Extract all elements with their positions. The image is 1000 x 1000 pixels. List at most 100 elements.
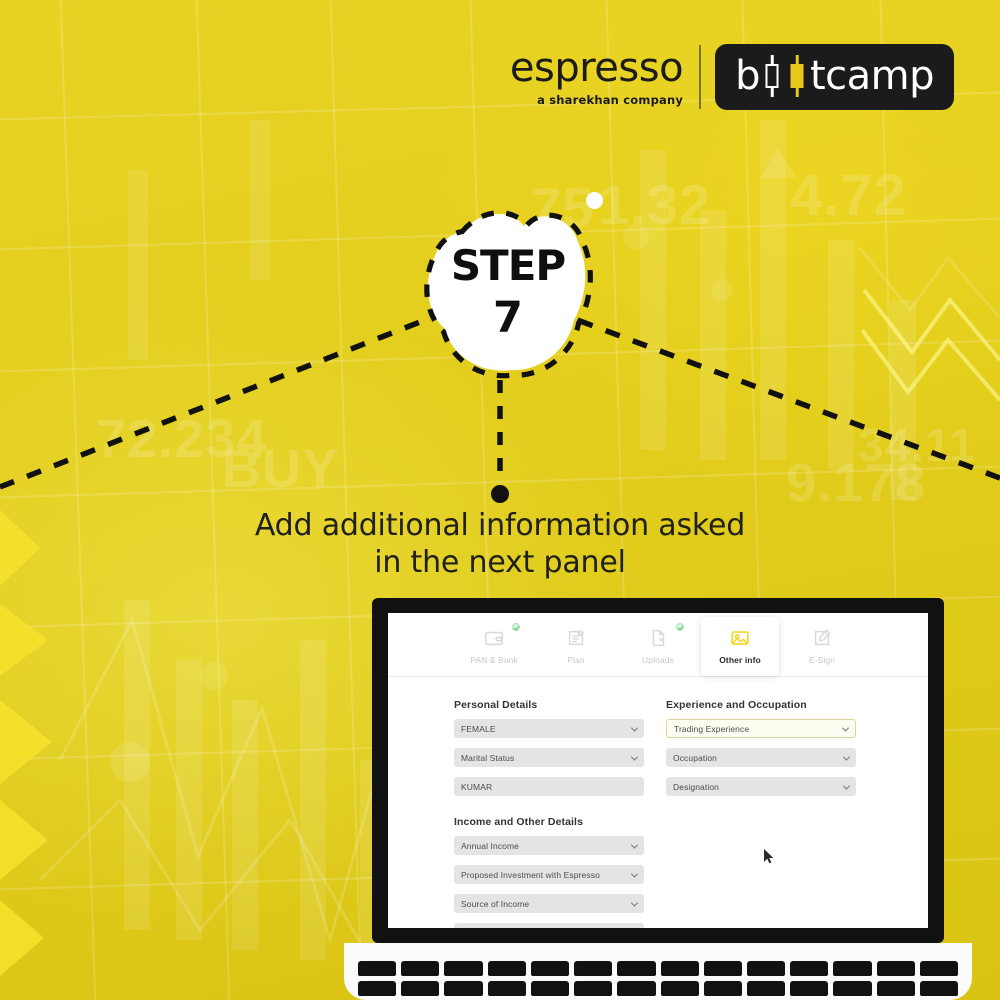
background-number: 9.178	[786, 453, 927, 513]
income-details-section: Income and Other Details Annual Income P…	[388, 806, 928, 928]
chevron-down-icon	[630, 870, 639, 878]
background-number: 4.72	[790, 163, 907, 228]
mouse-cursor	[764, 849, 774, 864]
caption: Add additional information asked in the …	[0, 508, 1000, 581]
tab-e-sign[interactable]: E-Sign	[783, 617, 861, 676]
keyboard-key	[660, 981, 699, 996]
laptop-base	[344, 943, 972, 1000]
field-gender-value: FEMALE	[461, 723, 496, 734]
keyboard-key	[444, 961, 483, 976]
background-number: 34.11	[858, 419, 976, 471]
keyboard-key	[401, 961, 440, 976]
chevron-down-icon	[630, 841, 639, 849]
keyboard-key	[357, 981, 397, 996]
keyboard-key	[574, 981, 613, 996]
keyboard-key	[401, 981, 440, 996]
keyboard-key	[876, 961, 915, 976]
field-proposed-investment-value: Proposed Investment with Espresso	[461, 869, 600, 880]
form-area: Personal Details FEMALE Marital Status K…	[388, 677, 928, 928]
field-marital-status[interactable]: Marital Status	[454, 748, 644, 767]
tab-plan[interactable]: Plan	[537, 617, 615, 676]
field-fathers-name[interactable]: KUMAR	[454, 777, 644, 796]
keyboard-key	[919, 981, 959, 996]
field-annual-income-value: Annual Income	[461, 840, 520, 851]
field-marital-status-value: Marital Status	[461, 752, 515, 763]
field-occupation-value: Occupation	[673, 752, 717, 763]
step-number: 7	[493, 292, 523, 343]
field-annual-income[interactable]: Annual Income	[454, 836, 644, 855]
espresso-tagline: a sharekhan company	[537, 92, 684, 107]
keyboard-key	[833, 961, 872, 976]
espresso-wordmark: espresso	[509, 44, 684, 91]
tab-label: PAN & Bank	[470, 654, 518, 665]
field-source-of-income[interactable]: Source of Income	[454, 894, 644, 913]
logo-divider	[699, 45, 702, 109]
keyboard-key	[617, 961, 656, 976]
caption-line-2: in the next panel	[374, 544, 626, 580]
experience-occupation-column: Experience and Occupation Trading Experi…	[666, 699, 856, 806]
tab-pan-bank[interactable]: PAN & Bank	[455, 617, 533, 676]
other-info-icon	[729, 627, 751, 649]
keyboard-key	[357, 961, 397, 976]
wallet-icon	[483, 627, 505, 649]
upload-file-icon	[647, 627, 669, 649]
kyc-application: PAN & Bank Plan Uploads Other info E-Sign Pe…	[388, 613, 928, 928]
bootcamp-prefix-text: b	[735, 53, 760, 99]
tab-completed-check-icon	[512, 623, 520, 631]
keyboard-key	[833, 981, 872, 996]
keyboard-key	[876, 981, 915, 996]
field-fathers-name-value: KUMAR	[461, 781, 493, 792]
tab-label: Plan	[567, 654, 585, 665]
tab-label: E-Sign	[808, 654, 836, 665]
tab-completed-check-icon	[676, 623, 684, 631]
espresso-logo: espresso a sharekhan company	[510, 48, 699, 107]
step-word: STEP	[450, 240, 566, 290]
esign-pencil-icon	[811, 627, 833, 649]
candlestick-white-icon	[761, 55, 784, 97]
step-tabbar: PAN & Bank Plan Uploads Other info E-Sign	[388, 613, 928, 677]
personal-details-column: Personal Details FEMALE Marital Status K…	[454, 699, 644, 806]
keyboard-key	[530, 981, 570, 996]
field-gender[interactable]: FEMALE	[454, 719, 644, 738]
keyboard-key	[660, 961, 699, 976]
connector-anchor-dot	[491, 485, 509, 503]
background-number: BUY	[222, 439, 340, 499]
bootcamp-logo: b tcamp	[715, 44, 954, 110]
field-occupation[interactable]: Occupation	[666, 748, 856, 767]
laptop-mockup: PAN & Bank Plan Uploads Other info E-Sign Pe…	[344, 598, 972, 1000]
tab-uploads[interactable]: Uploads	[619, 617, 697, 676]
poster-canvas: 75 1.32 4.72 72.234 BUY 9.178 34.11 espresso a…	[0, 0, 1000, 1000]
chevron-down-icon	[630, 899, 639, 907]
chevron-down-icon	[630, 753, 639, 761]
step-badge: STEP 7	[418, 202, 598, 382]
field-trading-experience[interactable]: Trading Experience	[666, 719, 856, 738]
field-designation-value: Designation	[673, 781, 719, 792]
candlestick-gold-icon	[786, 55, 809, 97]
tab-other-info[interactable]: Other info	[701, 617, 779, 676]
keyboard-key	[574, 961, 613, 976]
keyboard-key	[703, 961, 742, 976]
section-title-income-details: Income and Other Details	[454, 816, 584, 828]
field-partially-visible[interactable]	[454, 923, 644, 928]
tab-label: Other info	[719, 654, 761, 665]
keyboard-key	[919, 961, 959, 976]
field-designation[interactable]: Designation	[666, 777, 856, 796]
keyboard-key	[703, 981, 742, 996]
laptop-screen: PAN & Bank Plan Uploads Other info E-Sign Pe…	[388, 613, 928, 928]
keyboard-key	[444, 981, 483, 996]
field-proposed-investment[interactable]: Proposed Investment with Espresso	[454, 865, 644, 884]
keyboard-key	[746, 981, 786, 996]
keyboard-row	[357, 981, 959, 996]
connector-right	[571, 315, 1000, 481]
caption-line-1: Add additional information asked	[254, 508, 746, 543]
background-number: 72.234	[96, 409, 268, 469]
brand-logo: espresso a sharekhan company b tcamp	[510, 44, 954, 110]
keyboard-key	[790, 961, 829, 976]
keyboard-key	[530, 961, 570, 976]
field-trading-experience-value: Trading Experience	[674, 723, 750, 734]
keyboard-key	[746, 961, 786, 976]
keyboard-key	[487, 981, 526, 996]
keyboard-row	[357, 961, 959, 976]
tab-label: Uploads	[642, 654, 674, 665]
keyboard-key	[617, 981, 656, 996]
